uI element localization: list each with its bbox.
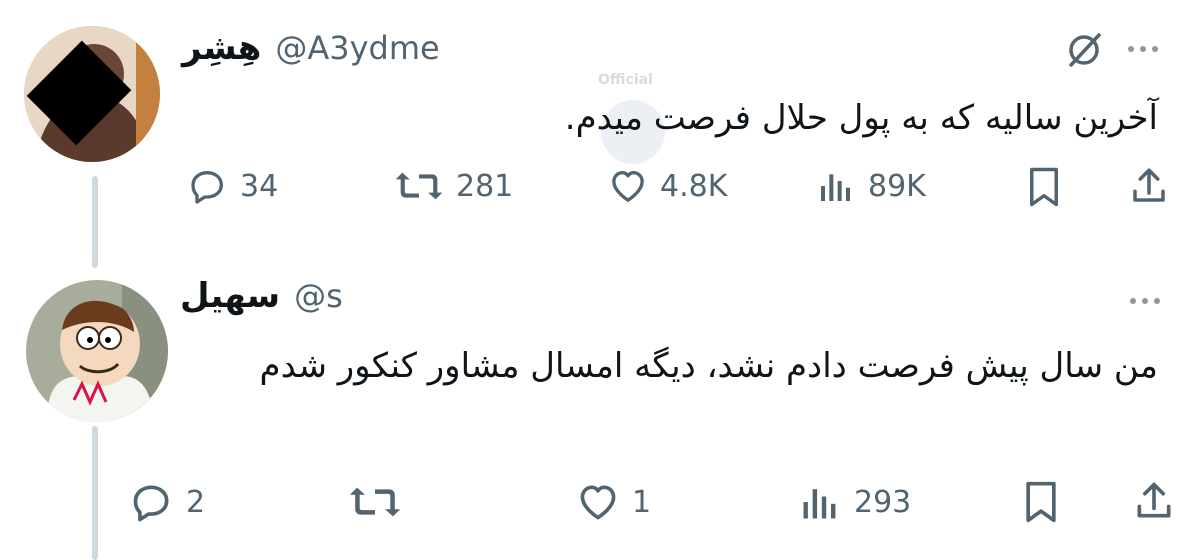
views-icon [803,489,836,519]
reply-count: 2 [186,484,206,520]
bookmark-icon [1030,167,1058,207]
watermark-text: Official [598,72,653,88]
tweet-header: سهیل @s [180,276,343,316]
views-button[interactable]: 293 [798,480,911,524]
reply-button[interactable]: 2 [130,480,205,524]
retweet-icon [349,487,401,517]
views-icon [821,174,850,201]
like-icon [580,485,616,520]
more-icon[interactable] [1128,46,1158,52]
handle[interactable]: @s [294,277,343,315]
retweet-count: 281 [456,168,514,204]
display-name[interactable]: هِشِر [182,28,261,68]
avatar[interactable] [26,280,168,422]
tweet-text: آخرین سالیه که به پول حلال فرصت میدم. [564,98,1158,138]
reply-icon [133,485,169,522]
like-icon [612,171,644,202]
views-count: 89K [868,168,926,204]
share-icon [1137,482,1171,518]
display-name[interactable]: سهیل [180,276,280,316]
thread-line-top [92,176,98,268]
retweet-icon [395,172,443,200]
tweet-text: من سال پیش فرصت دادم نشد، دیگه امسال مشا… [259,346,1158,386]
bookmark-button[interactable] [1022,480,1060,524]
views-button[interactable]: 89K [816,166,926,206]
thread-line-bottom [92,426,98,560]
reply-button[interactable]: 34 [188,166,278,206]
share-button[interactable] [1132,478,1176,524]
like-count: 1 [632,484,652,520]
share-icon [1133,168,1165,202]
reply-count: 34 [240,168,279,204]
tweet-header: هِشِر @A3ydme [182,28,440,68]
reply-icon [191,171,223,204]
more-icon[interactable] [1130,298,1160,304]
grok-icon[interactable] [1064,30,1104,74]
like-count: 4.8K [660,168,728,204]
avatar[interactable] [24,26,160,162]
bookmark-icon [1026,481,1056,523]
like-button[interactable]: 1 [576,480,651,524]
handle[interactable]: @A3ydme [275,29,439,67]
views-count: 293 [854,484,912,520]
retweet-button[interactable] [348,480,414,524]
retweet-button[interactable]: 281 [394,166,513,206]
share-button[interactable] [1128,164,1170,208]
bookmark-button[interactable] [1026,166,1062,208]
like-button[interactable]: 4.8K [608,166,727,206]
